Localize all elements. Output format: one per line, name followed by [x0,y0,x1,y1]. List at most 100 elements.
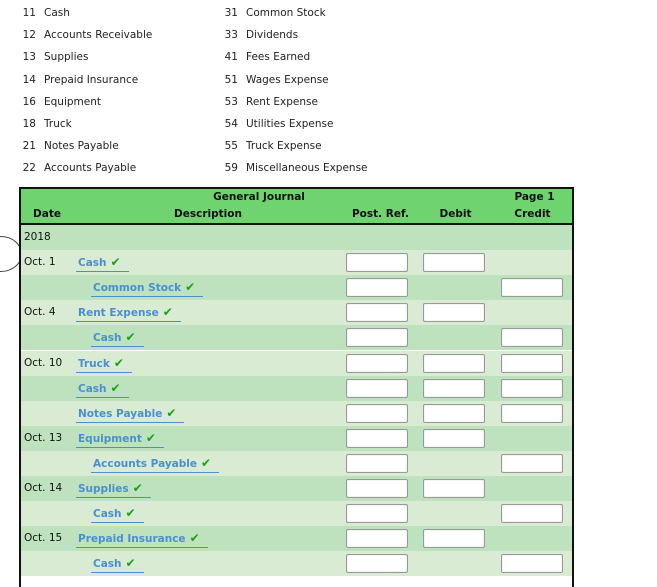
journal-row: Cash ✔ [21,501,572,527]
account-dropdown[interactable]: Cash ✔ [76,254,129,273]
col-debit: Debit [439,208,472,220]
journal-row: Oct. 1 Cash ✔ [21,250,572,276]
entry-date: Oct. 4 [24,306,56,319]
debit-input[interactable] [423,303,485,323]
account-name: Cash [44,7,70,19]
debit-input[interactable] [423,253,485,273]
debit-input[interactable] [423,479,485,498]
post-ref-input[interactable] [346,278,408,298]
checkmark-icon: ✔ [162,305,173,320]
account-name: Equipment [44,95,101,108]
account-number: 31 [224,7,238,19]
account-label: Notes Payable [78,407,163,420]
account-label: Common Stock [93,282,182,295]
journal-title-bar: General Journal Page 1 [21,187,572,208]
account-dropdown[interactable]: Cash ✔ [76,380,129,398]
debit-input[interactable] [423,403,485,423]
debit-input[interactable] [423,378,485,398]
post-ref-input[interactable] [346,378,408,398]
account-name: Accounts Payable [44,162,137,175]
journal-row: Oct. 13 Equipment ✔ [21,425,572,451]
account-number: 12 [22,29,36,42]
checkmark-icon: ✔ [110,255,121,270]
journal-title: General Journal [213,191,305,203]
entry-date: Oct. 13 [24,431,63,444]
credit-input[interactable] [501,328,563,348]
checkmark-icon: ✔ [189,531,200,546]
post-ref-input[interactable] [346,479,408,498]
account-name: Accounts Receivable [44,29,153,42]
checkmark-icon: ✔ [132,481,143,495]
post-ref-input[interactable] [346,529,408,549]
column-headers: Date Description Post. Ref. Debit Credit [21,206,572,225]
debit-input[interactable] [423,428,485,448]
account-number: 53 [224,95,238,108]
account-dropdown[interactable]: Cash ✔ [91,555,144,574]
credit-input[interactable] [501,278,563,298]
account-label: Cash [78,382,107,395]
account-name: Utilities Expense [246,118,334,130]
checkmark-icon: ✔ [110,380,121,395]
debit-input[interactable] [423,353,485,373]
post-ref-input[interactable] [346,403,408,423]
entry-date: 2018 [24,231,51,243]
account-dropdown[interactable]: Common Stock ✔ [91,279,204,298]
credit-input[interactable] [501,453,563,473]
col-credit: Credit [514,208,551,220]
entry-date: Oct. 1 [24,256,56,269]
checkmark-icon: ✔ [113,355,124,370]
account-dropdown[interactable]: Accounts Payable ✔ [91,455,220,473]
account-number: 33 [224,29,238,42]
journal-row: 2018 [21,225,572,250]
post-ref-input[interactable] [346,353,408,373]
account-dropdown[interactable]: Equipment ✔ [76,430,164,448]
account-dropdown[interactable]: Notes Payable ✔ [76,405,185,423]
account-dropdown[interactable]: Cash ✔ [91,505,144,524]
post-ref-input[interactable] [346,428,408,448]
credit-input[interactable] [501,554,563,574]
account-name: Prepaid Insurance [44,73,139,86]
post-ref-input[interactable] [346,504,408,524]
account-name: Notes Payable [44,140,119,153]
post-ref-input[interactable] [346,328,408,348]
checkmark-icon: ✔ [185,280,196,295]
checkmark-icon: ✔ [201,455,212,470]
journal-row: Oct. 14 Supplies ✔ [21,476,572,501]
checkmark-icon: ✔ [125,506,136,521]
post-ref-input[interactable] [346,554,408,574]
journal-row: Accounts Payable ✔ [21,450,572,476]
credit-input[interactable] [501,353,563,373]
account-name: Supplies [44,51,89,64]
account-name: Dividends [246,29,299,42]
credit-input[interactable] [501,504,563,524]
account-number: 51 [224,73,238,86]
account-label: Cash [93,332,122,345]
account-number: 59 [224,162,238,175]
account-dropdown[interactable]: Cash ✔ [91,329,144,348]
col-description: Description [174,208,242,220]
page-number: Page 1 [514,191,555,203]
post-ref-input[interactable] [346,303,408,323]
col-date: Date [33,208,61,220]
account-number: 55 [224,140,238,153]
journal-row: Common Stock ✔ [21,275,572,301]
account-dropdown[interactable]: Supplies ✔ [76,480,151,498]
post-ref-input[interactable] [346,253,408,273]
credit-input[interactable] [501,403,563,423]
debit-input[interactable] [423,529,485,549]
account-label: Equipment [78,432,142,445]
account-dropdown[interactable]: Prepaid Insurance ✔ [76,530,208,549]
journal-row: Cash ✔ [21,375,572,401]
account-label: Cash [93,508,122,521]
account-number: 22 [22,162,36,175]
account-dropdown[interactable]: Rent Expense ✔ [76,304,181,323]
credit-input[interactable] [501,378,563,398]
account-label: Accounts Payable [93,457,198,470]
journal-row: Oct. 15 Prepaid Insurance ✔ [21,526,572,552]
account-number: 54 [224,118,238,130]
account-number: 13 [22,51,36,64]
account-label: Cash [93,558,122,571]
checkmark-icon: ✔ [166,405,177,420]
account-dropdown[interactable]: Truck ✔ [76,355,132,373]
post-ref-input[interactable] [346,453,408,473]
